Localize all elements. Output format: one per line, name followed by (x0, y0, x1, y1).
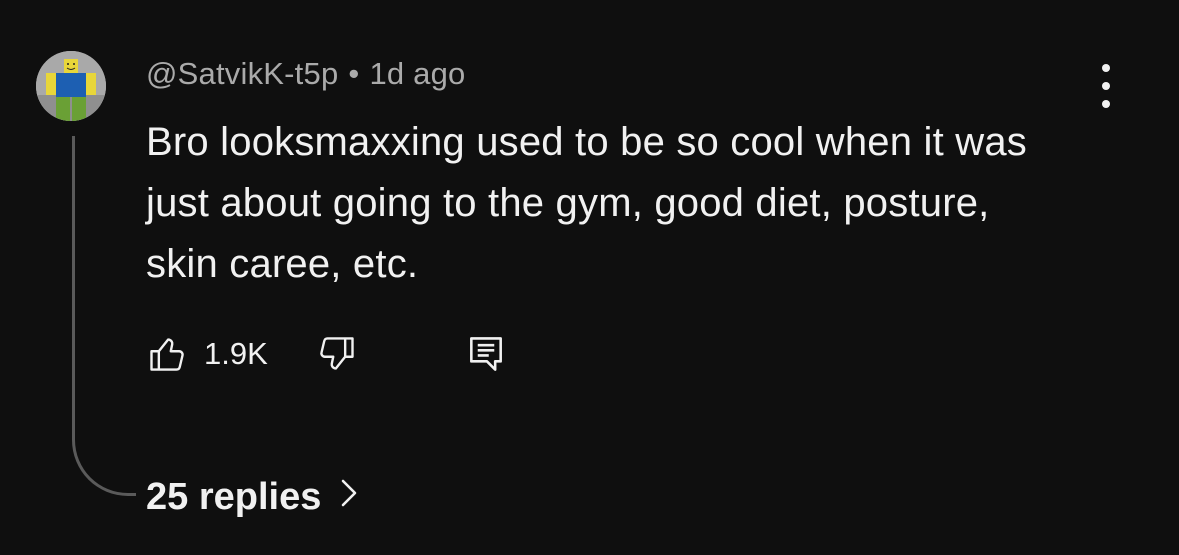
menu-dot (1102, 82, 1110, 90)
roblox-noob-avatar-icon (36, 51, 106, 121)
view-replies-button[interactable]: 25 replies (146, 476, 359, 519)
menu-dot (1102, 100, 1110, 108)
like-button[interactable]: 1.9K (146, 330, 268, 378)
separator-dot: • (348, 56, 360, 91)
chevron-right-icon (339, 476, 359, 519)
comment-text: Bro looksmaxxing used to be so cool when… (146, 112, 1136, 295)
author-name[interactable]: @SatvikK-t5p (146, 56, 338, 91)
menu-dot (1102, 64, 1110, 72)
avatar[interactable] (36, 51, 106, 121)
like-count: 1.9K (204, 336, 268, 371)
more-vertical-icon[interactable] (1090, 64, 1122, 108)
comment-text-line: Bro looksmaxxing used to be so cool when… (146, 120, 1027, 164)
comment-thread: @SatvikK-t5p • 1d ago Bro looksmaxxing use… (0, 0, 1179, 555)
reply-button[interactable] (464, 330, 508, 378)
dislike-button[interactable] (314, 330, 358, 378)
comment-reply-icon (470, 337, 502, 371)
replies-label: 25 replies (146, 476, 322, 518)
comment-text-line: just about going to the gym, good diet, … (146, 181, 990, 225)
comment-header: @SatvikK-t5p • 1d ago (146, 56, 465, 92)
timestamp[interactable]: 1d ago (369, 56, 465, 91)
comment-text-line: skin caree, etc. (146, 242, 419, 286)
thread-connector-line (72, 136, 136, 496)
thumbs-up-icon (150, 338, 184, 371)
thumbs-down-icon (320, 337, 354, 370)
